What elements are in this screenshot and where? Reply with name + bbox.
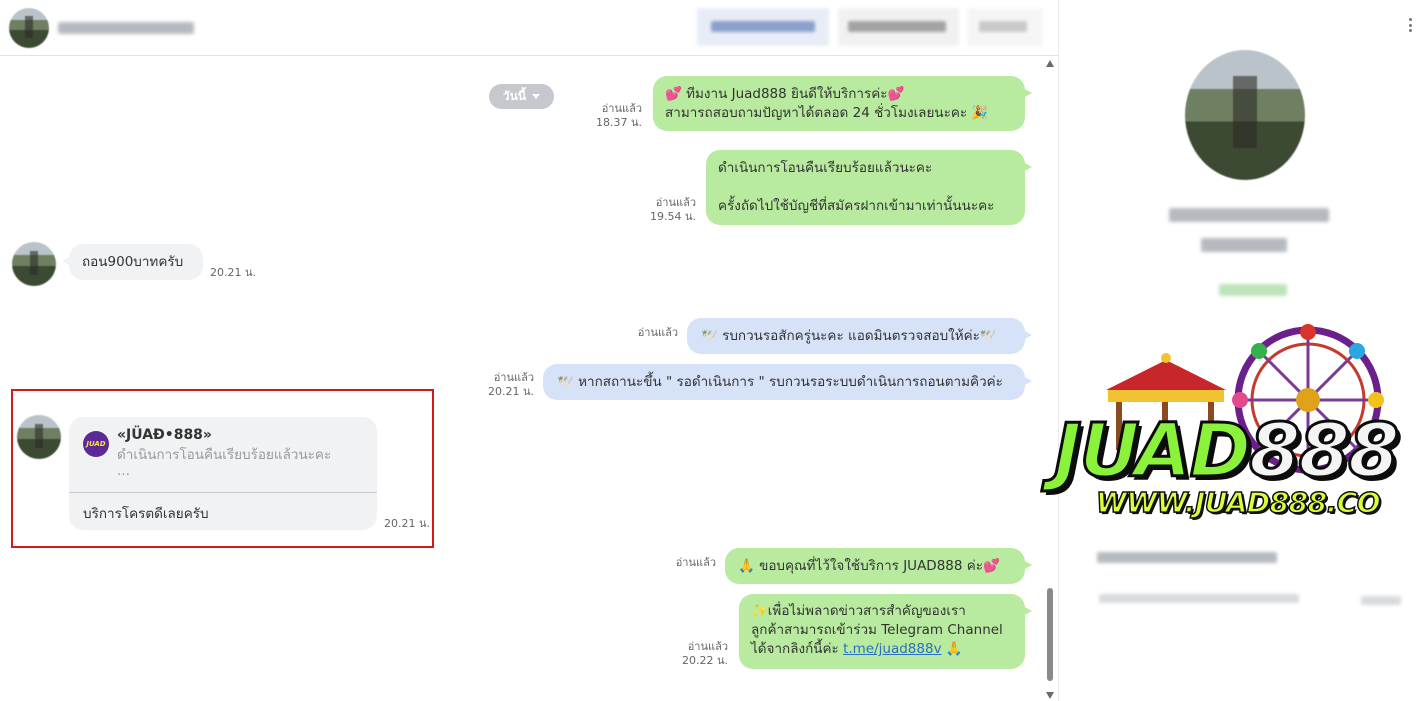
logo-word-juad: JUAD bbox=[1053, 407, 1253, 496]
header-action-button-1[interactable] bbox=[697, 8, 829, 46]
header-action-button-2[interactable] bbox=[838, 8, 959, 46]
message-bubble-outgoing[interactable]: 🙏 ขอบคุณที่ไว้ใจใช้บริการ JUAD888 ค่ะ💕 bbox=[725, 548, 1032, 584]
scrollbar-thumb[interactable] bbox=[1047, 588, 1053, 681]
telegram-link[interactable]: t.me/juad888v bbox=[843, 641, 942, 657]
read-status: อ่านแล้ว bbox=[655, 196, 696, 209]
quoted-sender-name: «JÜAÐ•888» bbox=[117, 427, 212, 443]
message-spacer bbox=[718, 178, 1013, 197]
message-meta: อ่านแล้ว 20.22 น. bbox=[672, 640, 728, 668]
message-text: ดำเนินการโอนคืนเรียบร้อยแล้วนะคะ bbox=[718, 160, 933, 176]
message-text: ได้จากลิงก์นี้ค่ะ bbox=[751, 641, 844, 657]
message-text: ครั้งถัดไปใช้บัญชีที่สมัครฝากเข้ามาเท่าน… bbox=[718, 198, 995, 214]
profile-avatar[interactable] bbox=[1185, 50, 1305, 180]
logo-wordmark: JUAD888 bbox=[1053, 407, 1401, 496]
profile-detail-blurred bbox=[1097, 552, 1277, 563]
quoted-text-line: ดำเนินการโอนคืนเรียบร้อยแล้วนะคะ bbox=[117, 447, 332, 463]
contact-avatar[interactable] bbox=[9, 8, 49, 48]
profile-subtitle-blurred bbox=[1201, 238, 1287, 252]
read-status: อ่านแล้ว bbox=[675, 556, 716, 569]
read-status: อ่านแล้ว bbox=[687, 640, 728, 653]
message-time: 20.21 น. bbox=[210, 266, 257, 279]
read-status: อ่านแล้ว bbox=[493, 371, 534, 384]
profile-tag-blurred bbox=[1219, 284, 1287, 296]
date-filter-chip[interactable]: วันนี้ bbox=[489, 84, 554, 109]
chat-window: วันนี้ อ่านแล้ว 18.37 น. 💕 ทีมงาน Juad88… bbox=[0, 0, 1422, 701]
profile-detail-blurred bbox=[1361, 596, 1401, 605]
message-bubble-outgoing[interactable]: 🕊️ รบกวนรอสักครู่นะคะ แอดมินตรวจสอบให้ค่… bbox=[687, 318, 1032, 354]
message-bubble-outgoing[interactable]: ✨เพื่อไม่พลาดข่าวสารสำคัญของเรา ลูกค้าสา… bbox=[739, 594, 1032, 669]
message-text: 🙏 ขอบคุณที่ไว้ใจใช้บริการ JUAD888 ค่ะ💕 bbox=[738, 558, 1000, 574]
profile-name-blurred bbox=[1169, 208, 1329, 222]
message-text-with-link: ได้จากลิงก์นี้ค่ะ t.me/juad888v 🙏 bbox=[751, 640, 1013, 659]
scroll-down-arrow-icon[interactable] bbox=[1046, 692, 1054, 699]
message-text: ถอน900บาทครับ bbox=[82, 254, 184, 270]
quoted-text-ellipsis: ... bbox=[117, 463, 130, 479]
read-status: อ่านแล้ว bbox=[601, 102, 642, 115]
message-time: 18.37 น. bbox=[595, 116, 642, 129]
message-bubble-outgoing[interactable]: 🕊️ หากสถานะขึ้น " รอดำเนินการ " รบกวนรอร… bbox=[543, 364, 1032, 400]
reply-text: บริการโครตดีเลยครับ bbox=[83, 506, 209, 522]
date-chip-label: วันนี้ bbox=[502, 89, 527, 103]
chevron-down-icon bbox=[532, 94, 541, 99]
logo-url: WWW.JUAD888.CO bbox=[1095, 485, 1381, 520]
more-options-icon[interactable] bbox=[1409, 18, 1412, 32]
message-text: 💕 ทีมงาน Juad888 ยินดีให้บริการค่ะ💕 bbox=[665, 86, 905, 102]
message-time: 20.21 น. bbox=[487, 385, 534, 398]
message-bubble-outgoing[interactable]: ดำเนินการโอนคืนเรียบร้อยแล้วนะคะ ครั้งถั… bbox=[706, 150, 1032, 225]
scroll-up-arrow-icon[interactable] bbox=[1046, 60, 1054, 67]
read-status: อ่านแล้ว bbox=[637, 326, 678, 339]
quoted-text: ดำเนินการโอนคืนเรียบร้อยแล้วนะคะ ... bbox=[117, 446, 332, 479]
message-text: 🕊️ รบกวนรอสักครู่นะคะ แอดมินตรวจสอบให้ค่… bbox=[701, 328, 997, 344]
profile-detail-blurred bbox=[1099, 594, 1299, 603]
message-time: 20.22 น. bbox=[681, 654, 728, 667]
contact-name-blurred[interactable] bbox=[58, 22, 194, 34]
logo-word-888: 888 bbox=[1247, 407, 1400, 496]
message-time: 19.54 น. bbox=[649, 210, 696, 223]
header-action-button-3[interactable] bbox=[967, 8, 1043, 46]
message-text: 🙏 bbox=[941, 641, 963, 657]
sender-avatar[interactable] bbox=[12, 242, 56, 286]
message-bubble-outgoing[interactable]: 💕 ทีมงาน Juad888 ยินดีให้บริการค่ะ💕 สามา… bbox=[653, 76, 1032, 131]
sender-avatar[interactable] bbox=[17, 415, 61, 459]
chat-header bbox=[0, 0, 1058, 56]
message-text: ลูกค้าสามารถเข้าร่วม Telegram Channel bbox=[751, 622, 1003, 638]
quoted-message[interactable]: JUAD «JÜAÐ•888» ดำเนินการโอนคืนเรียบร้อย… bbox=[69, 417, 377, 493]
message-meta: อ่านแล้ว 19.54 น. bbox=[640, 196, 696, 224]
message-text: สามารถสอบถามปัญหาได้ตลอด 24 ชั่วโมงเลยนะ… bbox=[665, 105, 989, 121]
message-meta: อ่านแล้ว 20.21 น. bbox=[478, 371, 534, 399]
brand-logo-icon: JUAD bbox=[83, 431, 109, 457]
message-bubble-incoming[interactable]: ถอน900บาทครับ bbox=[62, 244, 203, 280]
message-text: 🕊️ หากสถานะขึ้น " รอดำเนินการ " รบกวนรอร… bbox=[557, 374, 1003, 390]
message-time: 20.21 น. bbox=[384, 517, 431, 530]
juad888-logo-overlay: JUAD888 WWW.JUAD888.CO bbox=[1046, 320, 1422, 548]
message-text: ✨เพื่อไม่พลาดข่าวสารสำคัญของเรา bbox=[751, 603, 966, 619]
message-meta: อ่านแล้ว 18.37 น. bbox=[586, 102, 642, 130]
reply-message-card[interactable]: JUAD «JÜAÐ•888» ดำเนินการโอนคืนเรียบร้อย… bbox=[69, 417, 377, 530]
